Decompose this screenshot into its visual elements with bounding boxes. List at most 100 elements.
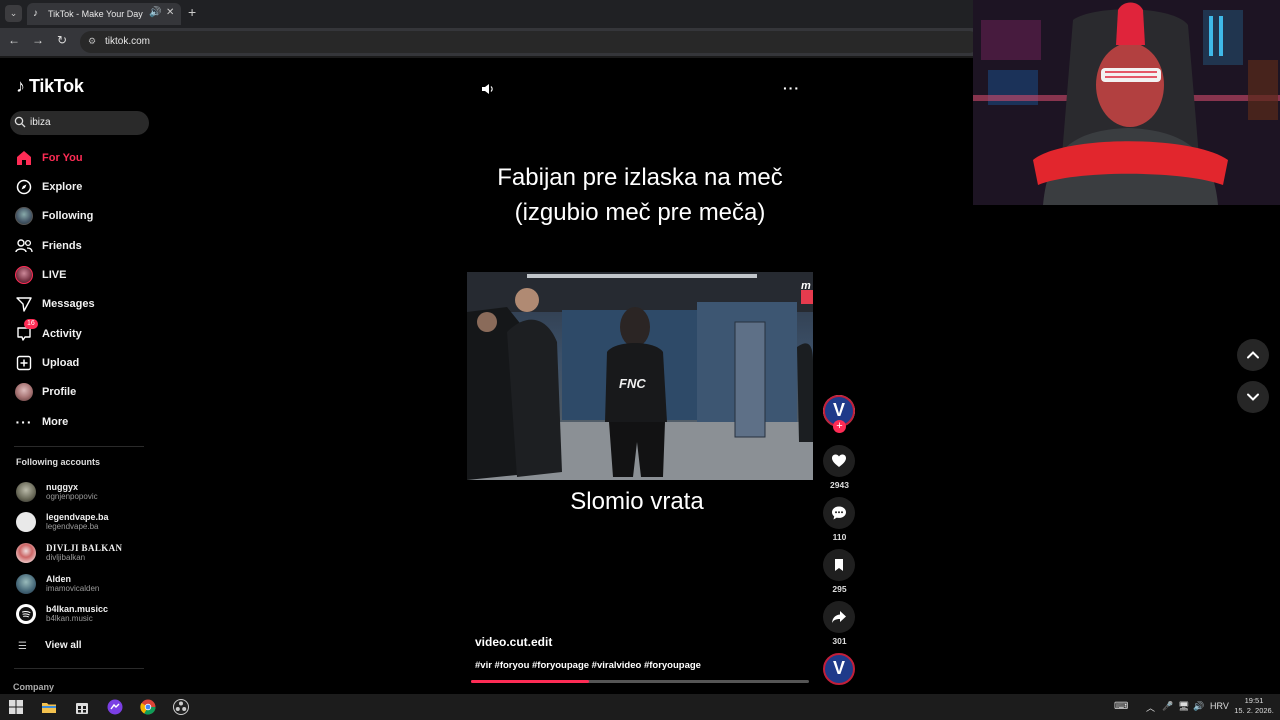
nav-following[interactable]: Following (14, 204, 154, 228)
send-icon (14, 294, 34, 314)
account-handle: imamovicalden (46, 584, 100, 593)
following-accounts-title: Following accounts (16, 457, 101, 467)
heart-icon[interactable] (823, 445, 855, 477)
spotify-avatar-icon (16, 604, 36, 624)
tab-close-icon[interactable]: ✕ (166, 7, 174, 18)
company-link[interactable]: Company (13, 682, 54, 692)
messenger-app-icon[interactable] (107, 699, 123, 715)
account-name: legendvape.ba (46, 512, 109, 522)
network-icon[interactable]: 🖥 (1178, 701, 1189, 712)
nav-friends[interactable]: Friends (14, 234, 154, 258)
file-explorer-icon[interactable] (41, 699, 57, 715)
view-all-label: View all (45, 640, 82, 651)
reload-icon[interactable]: ↻ (54, 33, 70, 47)
save-count: 295 (832, 584, 847, 594)
account-name: DIVLJI BALKAN (46, 543, 123, 553)
account-item[interactable]: DIVLJI BALKAN divljibalkan (16, 541, 156, 565)
caption-line: Fabijan pre izlaska na meč (497, 164, 783, 191)
previous-video-button[interactable] (1237, 339, 1269, 371)
share-count: 301 (832, 636, 847, 646)
tiktok-logo[interactable]: ♪ TikTok (16, 76, 84, 97)
like-action[interactable]: 2943 (823, 445, 856, 490)
follow-plus-icon[interactable]: + (833, 420, 846, 433)
address-bar[interactable]: ⚙ tiktok.com (80, 31, 980, 53)
save-action[interactable]: 295 (823, 549, 856, 594)
speaker-icon[interactable]: 🔊 (1193, 701, 1204, 712)
comment-action[interactable]: 110 (823, 497, 856, 542)
account-avatar (16, 543, 36, 563)
video-progress-bar[interactable] (471, 680, 809, 683)
video-frame[interactable]: FNC m (467, 272, 813, 480)
search-icon (14, 116, 26, 128)
tab-title: TikTok - Make Your Day (48, 9, 143, 19)
browser-tab[interactable]: ♪ TikTok - Make Your Day 🔊 ✕ (27, 3, 181, 25)
obs-icon[interactable] (173, 699, 189, 715)
windows-taskbar: ⌨ ︿ 🎤 🖥 🔊 HRV 19:51 15. 2. 2026. (0, 694, 1280, 720)
tab-audio-icon[interactable]: 🔊 (149, 7, 161, 18)
share-action[interactable]: 301 (823, 601, 856, 646)
back-arrow-icon[interactable]: ← (6, 33, 22, 47)
profile-avatar-icon (14, 382, 34, 402)
nav-for-you[interactable]: For You (14, 146, 154, 170)
nav-label: Activity (42, 328, 82, 340)
url-text: tiktok.com (105, 36, 151, 47)
account-name: Alden (46, 574, 72, 584)
chevron-down-icon (1247, 393, 1259, 401)
video-hashtags[interactable]: #vir #foryou #foryoupage #viralvideo #fo… (475, 660, 701, 671)
nav-label: Following (42, 210, 94, 222)
nav-live[interactable]: LIVE (14, 263, 154, 287)
clock-time: 19:51 (1244, 696, 1264, 705)
account-name: b4lkan.musicc (46, 604, 109, 614)
sound-disc[interactable]: V (823, 653, 856, 690)
site-info-icon[interactable]: ⚙ (88, 36, 96, 47)
nav-messages[interactable]: Messages (14, 292, 154, 316)
nav-label: Upload (42, 357, 80, 369)
next-video-button[interactable] (1237, 381, 1269, 413)
new-tab-button[interactable]: + (188, 4, 196, 20)
account-item[interactable]: Alden imamovicalden (16, 572, 156, 596)
live-avatar-icon (14, 265, 34, 285)
bookmark-icon[interactable] (823, 549, 855, 581)
tray-overflow-icon[interactable]: ︿ (1146, 701, 1155, 714)
share-icon[interactable] (823, 601, 855, 633)
sidebar-divider (14, 668, 144, 669)
nav-label: For You (42, 152, 83, 164)
shirt-logo-text: FNC (619, 376, 646, 391)
comment-icon[interactable] (823, 497, 855, 529)
volume-icon[interactable] (481, 82, 495, 101)
video-more-icon[interactable]: ··· (783, 80, 800, 96)
activity-badge: 16 (24, 319, 38, 329)
video-author[interactable]: video.cut.edit (475, 635, 552, 649)
video-bottom-caption: Slomio vrata (570, 488, 704, 515)
account-name: nuggyx (46, 482, 79, 492)
forward-arrow-icon[interactable]: → (30, 33, 46, 47)
nav-more[interactable]: ··· More (14, 410, 154, 434)
account-item[interactable]: legendvape.ba legendvape.ba (16, 510, 156, 534)
nav-upload[interactable]: Upload (14, 351, 154, 375)
nav-activity[interactable]: 16 Activity (14, 319, 154, 346)
nav-explore[interactable]: Explore (14, 175, 154, 199)
account-item[interactable]: nuggyx ognjenpopovic (16, 480, 156, 504)
tab-search-dropdown-icon[interactable]: ⌄ (5, 5, 22, 22)
tiktok-note-icon: ♪ (16, 76, 25, 96)
windows-start-icon[interactable] (8, 699, 24, 715)
nav-label: Messages (42, 298, 95, 310)
list-icon: ☰ (18, 641, 27, 652)
channel-watermark: m (801, 280, 811, 292)
store-icon[interactable] (74, 699, 90, 715)
creator-initial: V (832, 400, 845, 420)
keyboard-icon[interactable]: ⌨ (1114, 701, 1128, 712)
search-input[interactable]: ibiza (10, 111, 149, 135)
chrome-icon[interactable] (140, 699, 156, 715)
search-value: ibiza (30, 117, 51, 128)
compass-icon (14, 177, 34, 197)
tiktok-favicon-icon: ♪ (33, 8, 38, 19)
language-indicator[interactable]: HRV (1210, 701, 1229, 711)
nav-profile[interactable]: Profile (14, 380, 154, 404)
microphone-icon[interactable]: 🎤 (1162, 701, 1173, 712)
clock-date: 15. 2. 2026. (1234, 706, 1274, 715)
account-item[interactable]: b4lkan.musicc b4lkan.music (16, 602, 156, 626)
account-handle: legendvape.ba (46, 522, 99, 531)
account-handle: divljibalkan (46, 553, 86, 562)
system-clock[interactable]: 19:51 15. 2. 2026. (1232, 696, 1276, 716)
